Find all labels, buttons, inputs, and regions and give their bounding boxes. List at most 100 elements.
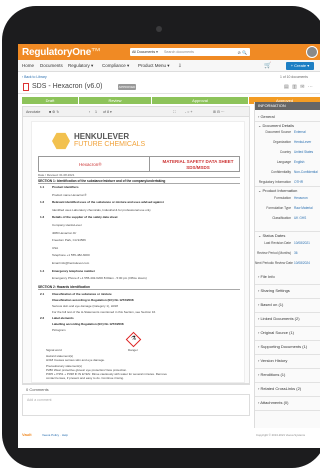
comments-header[interactable]: 0 Comments	[22, 384, 250, 393]
comment-input[interactable]: Add a comment	[22, 394, 250, 416]
nav-more[interactable]: ⇩	[178, 63, 182, 69]
divider	[255, 284, 320, 285]
sheet-title: MATERIAL SAFETY DATA SHEET SDS/MSDS	[162, 159, 234, 170]
precaution-3: contact lenses, if present and easy to d…	[46, 376, 124, 380]
revision-date: Date / Revised: 01.08.2021	[38, 173, 240, 178]
workflow-stage-draft: Draft	[22, 97, 78, 104]
collapsed-section[interactable]: › Related CrossLinks (2)	[258, 386, 301, 391]
viewer-extra-icons[interactable]: ⊞ ⊟ ⋯	[213, 110, 225, 114]
field-value: HenkuLever	[294, 140, 312, 144]
field-label: Document Source	[265, 130, 291, 134]
field-label: Country	[279, 150, 291, 154]
nav-documents[interactable]: Documents	[40, 63, 63, 68]
nav-compliance[interactable]: Compliance ▾	[102, 63, 129, 69]
section-status-dates[interactable]: ⌄ Status Dates	[258, 233, 285, 238]
divider	[255, 298, 320, 299]
sds-line: Emergency Phone # +1 555-402-6200 8:00am…	[52, 276, 147, 281]
main-nav: Home Documents Regulatory ▾ Compliance ▾…	[18, 60, 320, 72]
divider	[255, 312, 320, 313]
camera	[156, 26, 162, 32]
section-general[interactable]: › General	[258, 114, 275, 119]
hazard-line: Classification of the substance or mixtu…	[52, 292, 112, 296]
hazard-statement: H318 Causes serious skin and eye damage.	[46, 358, 105, 362]
section-product-information[interactable]: ⌄ Product Information	[258, 188, 297, 193]
divider	[255, 231, 320, 232]
create-button[interactable]: + Create ▾	[286, 62, 314, 70]
hazard-line-number: 2.1	[40, 292, 45, 296]
viewer-toolbar: Annotate ■ ⚙ ↻ ‹ 1 of 8 ▾ ⛶ - ○ + ⊞ ⊟ ⋯	[23, 107, 249, 117]
field-value: English	[294, 160, 305, 164]
viewer-tool-icons[interactable]: ■ ⚙ ↻	[49, 110, 59, 114]
cart-icon[interactable]: 🛒	[264, 62, 271, 69]
pager-count: 1 of 10 documents	[280, 75, 308, 79]
breadcrumb[interactable]: ‹ Back to Library	[22, 75, 47, 79]
divider	[255, 410, 320, 411]
status-badge: APPROVED	[118, 84, 136, 90]
sds-line: Product identifiers	[52, 185, 79, 189]
document-header: SDS - Hexacron (v6.0) APPROVED ▤ ▥ ✉ ⋯	[18, 80, 320, 94]
search-icon[interactable]: ⊘ 🔍	[238, 50, 247, 55]
avatar[interactable]	[306, 46, 318, 58]
divider	[255, 121, 320, 122]
divider	[255, 186, 320, 187]
sds-line-number: 1.4	[40, 268, 45, 273]
collapsed-section[interactable]: › Supporting Documents (1)	[258, 344, 307, 349]
hazard-line: Pictogram	[52, 328, 66, 332]
section-document-details[interactable]: ⌄ Document Details	[258, 123, 294, 128]
sds-line: Company HenkuLever	[52, 223, 82, 227]
field-label: Organization	[272, 140, 291, 144]
info-panel: INFORMATION › General ⌄ Document Details…	[254, 102, 320, 428]
app-screen: RegulatoryOne™ All Documents ▾ Search do…	[18, 44, 320, 448]
top-bar: RegulatoryOne™ All Documents ▾ Search do…	[18, 44, 320, 60]
divider	[255, 368, 320, 369]
page-number-input[interactable]: 1	[95, 110, 97, 114]
collapsed-section[interactable]: › Sharing Settings	[258, 288, 290, 293]
field-label: Formulation Type	[266, 206, 291, 210]
collapsed-section[interactable]: › Version History	[258, 358, 287, 363]
footer-links[interactable]: Veeva Policy · Help	[42, 433, 68, 437]
sds-line-number: 1.2	[40, 200, 45, 205]
sds-line: Email info@henkulever.com	[52, 261, 90, 265]
hazard-line: Classification according to Regulation (…	[52, 298, 134, 302]
search-scope-select[interactable]: All Documents ▾	[132, 50, 158, 54]
search-input[interactable]: All Documents ▾ Search documents ⊘ 🔍	[130, 48, 250, 56]
product-name: Hexacron®	[79, 162, 102, 167]
collapsed-section[interactable]: › Renditions (1)	[258, 372, 285, 377]
collapsed-section[interactable]: › Original Source (1)	[258, 330, 294, 335]
hazard-line: Serious skin and eye damage (Category 1)…	[52, 304, 118, 308]
hazard-line: For the full text of the H-Statements me…	[52, 310, 157, 314]
field-label: Language	[276, 160, 291, 164]
sds-line-number: 1.1	[40, 185, 45, 189]
prev-page-icon[interactable]: ‹	[89, 110, 90, 114]
vault-logo[interactable]: Vault	[22, 432, 32, 437]
sds-line-number: 1.3	[40, 215, 45, 220]
field-value: Non-Confidential	[294, 170, 318, 174]
hazard-line: Labelling according Regulation (EC) No 1…	[52, 322, 124, 326]
zoom-control[interactable]: - ○ +	[185, 110, 192, 114]
corrosion-icon: ⚗	[131, 336, 137, 342]
document-actions[interactable]: ▤ ▥ ✉ ⋯	[284, 84, 314, 90]
divider	[255, 340, 320, 341]
fullscreen-icon[interactable]: ⛶	[173, 110, 176, 114]
nav-product-menu[interactable]: Product Menu ▾	[138, 63, 170, 69]
workflow-stage-approval: Approval	[152, 97, 248, 104]
section-1-heading: SECTION 1: Identification of the substan…	[38, 179, 240, 184]
app-logo[interactable]: RegulatoryOne™	[22, 47, 101, 58]
sds-line: Relevant identified uses of the substanc…	[52, 200, 164, 205]
search-placeholder: Search documents	[164, 50, 194, 54]
collapsed-section[interactable]: › Attachments (0)	[258, 400, 288, 405]
collapsed-section[interactable]: › Based on (1)	[258, 302, 283, 307]
nav-regulatory[interactable]: Regulatory ▾	[68, 63, 93, 69]
nav-home[interactable]: Home	[22, 63, 34, 68]
annotate-button[interactable]: Annotate	[26, 110, 40, 114]
field-value: UK GHS	[294, 216, 307, 220]
pdf-icon	[23, 83, 29, 91]
collapsed-section[interactable]: › File Info	[258, 274, 275, 279]
field-label: Formulation	[274, 196, 291, 200]
info-panel-title: INFORMATION	[255, 102, 320, 110]
divider	[149, 157, 150, 171]
divider	[255, 382, 320, 383]
collapsed-section[interactable]: › Linked Documents (2)	[258, 316, 300, 321]
sds-title-box: Hexacron® MATERIAL SAFETY DATA SHEET SDS…	[38, 156, 240, 172]
company-tagline: FUTURE CHEMICALS	[74, 141, 146, 148]
